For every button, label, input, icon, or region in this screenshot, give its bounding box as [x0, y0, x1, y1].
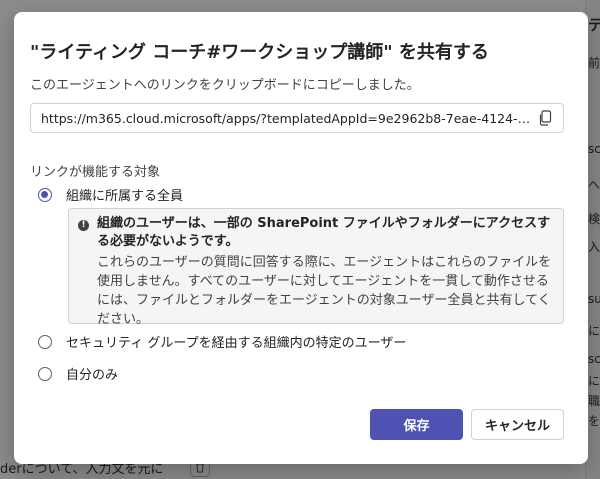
share-link-field[interactable]: https://m365.cloud.microsoft/apps/?templ… — [30, 103, 564, 133]
share-link-url: https://m365.cloud.microsoft/apps/?templ… — [41, 110, 535, 126]
audience-section-label: リンクが機能する対象 — [30, 165, 161, 180]
radio-button[interactable] — [38, 366, 52, 381]
option-security-group[interactable]: セキュリティ グループを経由する組織内の特定のユーザー — [38, 332, 406, 351]
save-button[interactable]: 保存 — [370, 409, 463, 440]
option-label: 組織に所属する全員 — [66, 189, 184, 204]
option-label: 自分のみ — [66, 368, 119, 383]
sharepoint-access-warning: ! 組織のユーザーは、一部の SharePoint ファイルやフォルダーにアクセ… — [68, 208, 564, 327]
option-only-me[interactable]: 自分のみ — [38, 364, 118, 383]
share-dialog: "ライティング コーチ#ワークショップ講師" を共有する このエージェントへのリ… — [14, 12, 588, 464]
option-everyone-in-org[interactable]: 組織に所属する全員 — [38, 185, 183, 204]
radio-button[interactable] — [38, 334, 52, 349]
dialog-subtitle: このエージェントへのリンクをクリップボードにコピーしました。 — [30, 78, 420, 93]
option-label: セキュリティ グループを経由する組織内の特定のユーザー — [66, 336, 407, 351]
dialog-title: "ライティング コーチ#ワークショップ講師" を共有する — [30, 42, 489, 63]
warning-body: これらのユーザーの質問に回答する際に、エージェントはこれらのファイルを使用しませ… — [97, 255, 552, 327]
radio-button-selected[interactable] — [38, 187, 52, 202]
info-icon: ! — [78, 220, 89, 231]
warning-title: 組織のユーザーは、一部の SharePoint ファイルやフォルダーにアクセスす… — [97, 216, 551, 249]
copy-icon[interactable] — [535, 108, 555, 128]
cancel-button[interactable]: キャンセル — [471, 409, 564, 440]
